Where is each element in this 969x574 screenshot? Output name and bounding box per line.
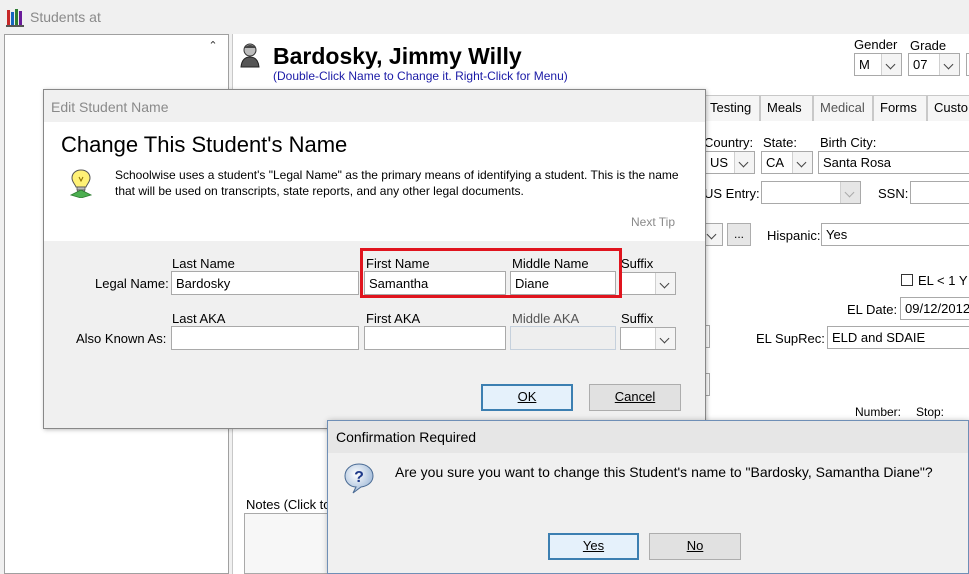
window-title: Students at: [30, 9, 101, 25]
birth-city-value: Santa Rosa: [823, 155, 891, 170]
cancel-button[interactable]: Cancel: [589, 384, 681, 411]
confirmation-dialog: Confirmation Required ? Are you sure you…: [327, 420, 969, 574]
suffix-aka-header: Suffix: [621, 311, 654, 326]
legal-suffix-select[interactable]: [620, 272, 676, 295]
legal-last-name-value: Bardosky: [176, 276, 231, 291]
gender-value: M: [859, 57, 870, 72]
scroll-up-arrow-icon[interactable]: ⌃: [205, 38, 221, 54]
stop-label: Stop:: [916, 405, 945, 419]
notes-label: Notes (Click to: [246, 497, 331, 512]
edit-dialog-info-text: Schoolwise uses a student's "Legal Name"…: [115, 168, 679, 198]
number-label: Number:: [855, 405, 902, 419]
hispanic-field[interactable]: Yes: [821, 223, 969, 246]
el-suprec-field[interactable]: ELD and SDAIE: [827, 326, 969, 349]
country-value: US: [710, 155, 729, 170]
chevron-down-icon: [655, 273, 675, 294]
el-less-than-1-year-checkbox[interactable]: [901, 274, 913, 286]
birth-city-label: Birth City:: [820, 135, 877, 150]
grade-value: 07: [913, 57, 928, 72]
confirm-message: Are you sure you want to change this Stu…: [395, 464, 933, 480]
student-name-hint: (Double-Click Name to Change it. Right-C…: [273, 69, 568, 83]
us-entry-label: US Entry:: [704, 186, 760, 201]
el-date-field[interactable]: 09/12/2012: [900, 297, 969, 320]
books-app-icon: [6, 9, 24, 27]
el-date-value: 09/12/2012: [905, 301, 969, 316]
el-suprec-value: ELD and SDAIE: [832, 330, 926, 345]
chevron-down-icon: [655, 328, 675, 349]
lightbulb-tip-icon: [70, 169, 92, 198]
next-tip-link[interactable]: Next Tip: [631, 215, 675, 229]
legal-last-name-input[interactable]: Bardosky: [171, 271, 359, 295]
gender-select[interactable]: M: [854, 53, 902, 76]
ssn-label: SSN:: [878, 186, 909, 201]
us-entry-select[interactable]: [761, 181, 861, 204]
middle-aka-header: Middle AKA: [512, 311, 580, 326]
also-known-as-label: Also Known As:: [76, 331, 167, 346]
chevron-down-icon: [881, 54, 901, 75]
main-title-bar: Students at: [0, 0, 969, 34]
last-aka-input[interactable]: [171, 326, 359, 350]
grade-select[interactable]: 07: [908, 53, 960, 76]
edit-student-name-dialog: Edit Student Name Change This Student's …: [43, 89, 706, 429]
tab-testing[interactable]: Testing: [703, 95, 760, 121]
legal-name-label: Legal Name:: [95, 276, 169, 291]
confirm-dialog-title-bar[interactable]: Confirmation Required: [328, 421, 968, 453]
question-icon: ?: [344, 463, 374, 494]
edit-dialog-title: Edit Student Name: [51, 99, 169, 115]
ssn-field[interactable]: [910, 181, 969, 204]
last-name-header: Last Name: [172, 256, 235, 271]
edit-dialog-title-bar[interactable]: Edit Student Name: [44, 90, 705, 122]
edit-dialog-header: Change This Student's Name Schoolwise us…: [44, 122, 705, 241]
state-label: State:: [763, 135, 797, 150]
no-button[interactable]: No: [649, 533, 741, 560]
birth-city-field[interactable]: Santa Rosa: [818, 151, 969, 174]
first-aka-header: First AKA: [366, 311, 421, 326]
last-aka-header: Last AKA: [172, 311, 226, 326]
chevron-down-icon: [734, 152, 754, 173]
ethnicity-more-button[interactable]: ...: [727, 223, 751, 246]
svg-text:?: ?: [354, 469, 364, 486]
tab-medical[interactable]: Medical: [813, 95, 873, 121]
tab-forms[interactable]: Forms: [873, 95, 927, 121]
el-lt1-label: EL < 1 Y: [918, 273, 968, 288]
student-name-heading[interactable]: Bardosky, Jimmy Willy: [273, 43, 522, 70]
country-label: Country:: [704, 135, 754, 150]
chevron-down-icon: [840, 182, 860, 203]
confirm-dialog-title: Confirmation Required: [336, 429, 477, 445]
tab-custom[interactable]: Custo: [927, 95, 969, 121]
hispanic-label: Hispanic:: [767, 228, 821, 243]
edit-dialog-heading: Change This Student's Name: [61, 132, 348, 157]
state-select[interactable]: CA: [761, 151, 813, 174]
country-select[interactable]: US: [705, 151, 755, 174]
hispanic-value: Yes: [826, 227, 848, 242]
ok-button[interactable]: OK: [481, 384, 573, 411]
student-person-icon: [240, 43, 260, 68]
grade-label: Grade: [910, 38, 947, 53]
notes-field[interactable]: [244, 513, 332, 574]
el-suprec-label: EL SupRec:: [756, 331, 825, 346]
chevron-down-icon: [939, 54, 959, 75]
tab-meals[interactable]: Meals: [760, 95, 813, 121]
yes-button[interactable]: Yes: [548, 533, 639, 560]
gender-label: Gender: [854, 37, 898, 52]
aka-suffix-select[interactable]: [620, 327, 676, 350]
middle-aka-input[interactable]: [510, 326, 616, 350]
suffix-header: Suffix: [621, 256, 654, 271]
el-date-label: EL Date:: [847, 302, 898, 317]
first-aka-input[interactable]: [364, 326, 506, 350]
state-value: CA: [766, 155, 785, 170]
chevron-down-icon: [792, 152, 812, 173]
first-middle-highlight-box: [360, 248, 622, 298]
